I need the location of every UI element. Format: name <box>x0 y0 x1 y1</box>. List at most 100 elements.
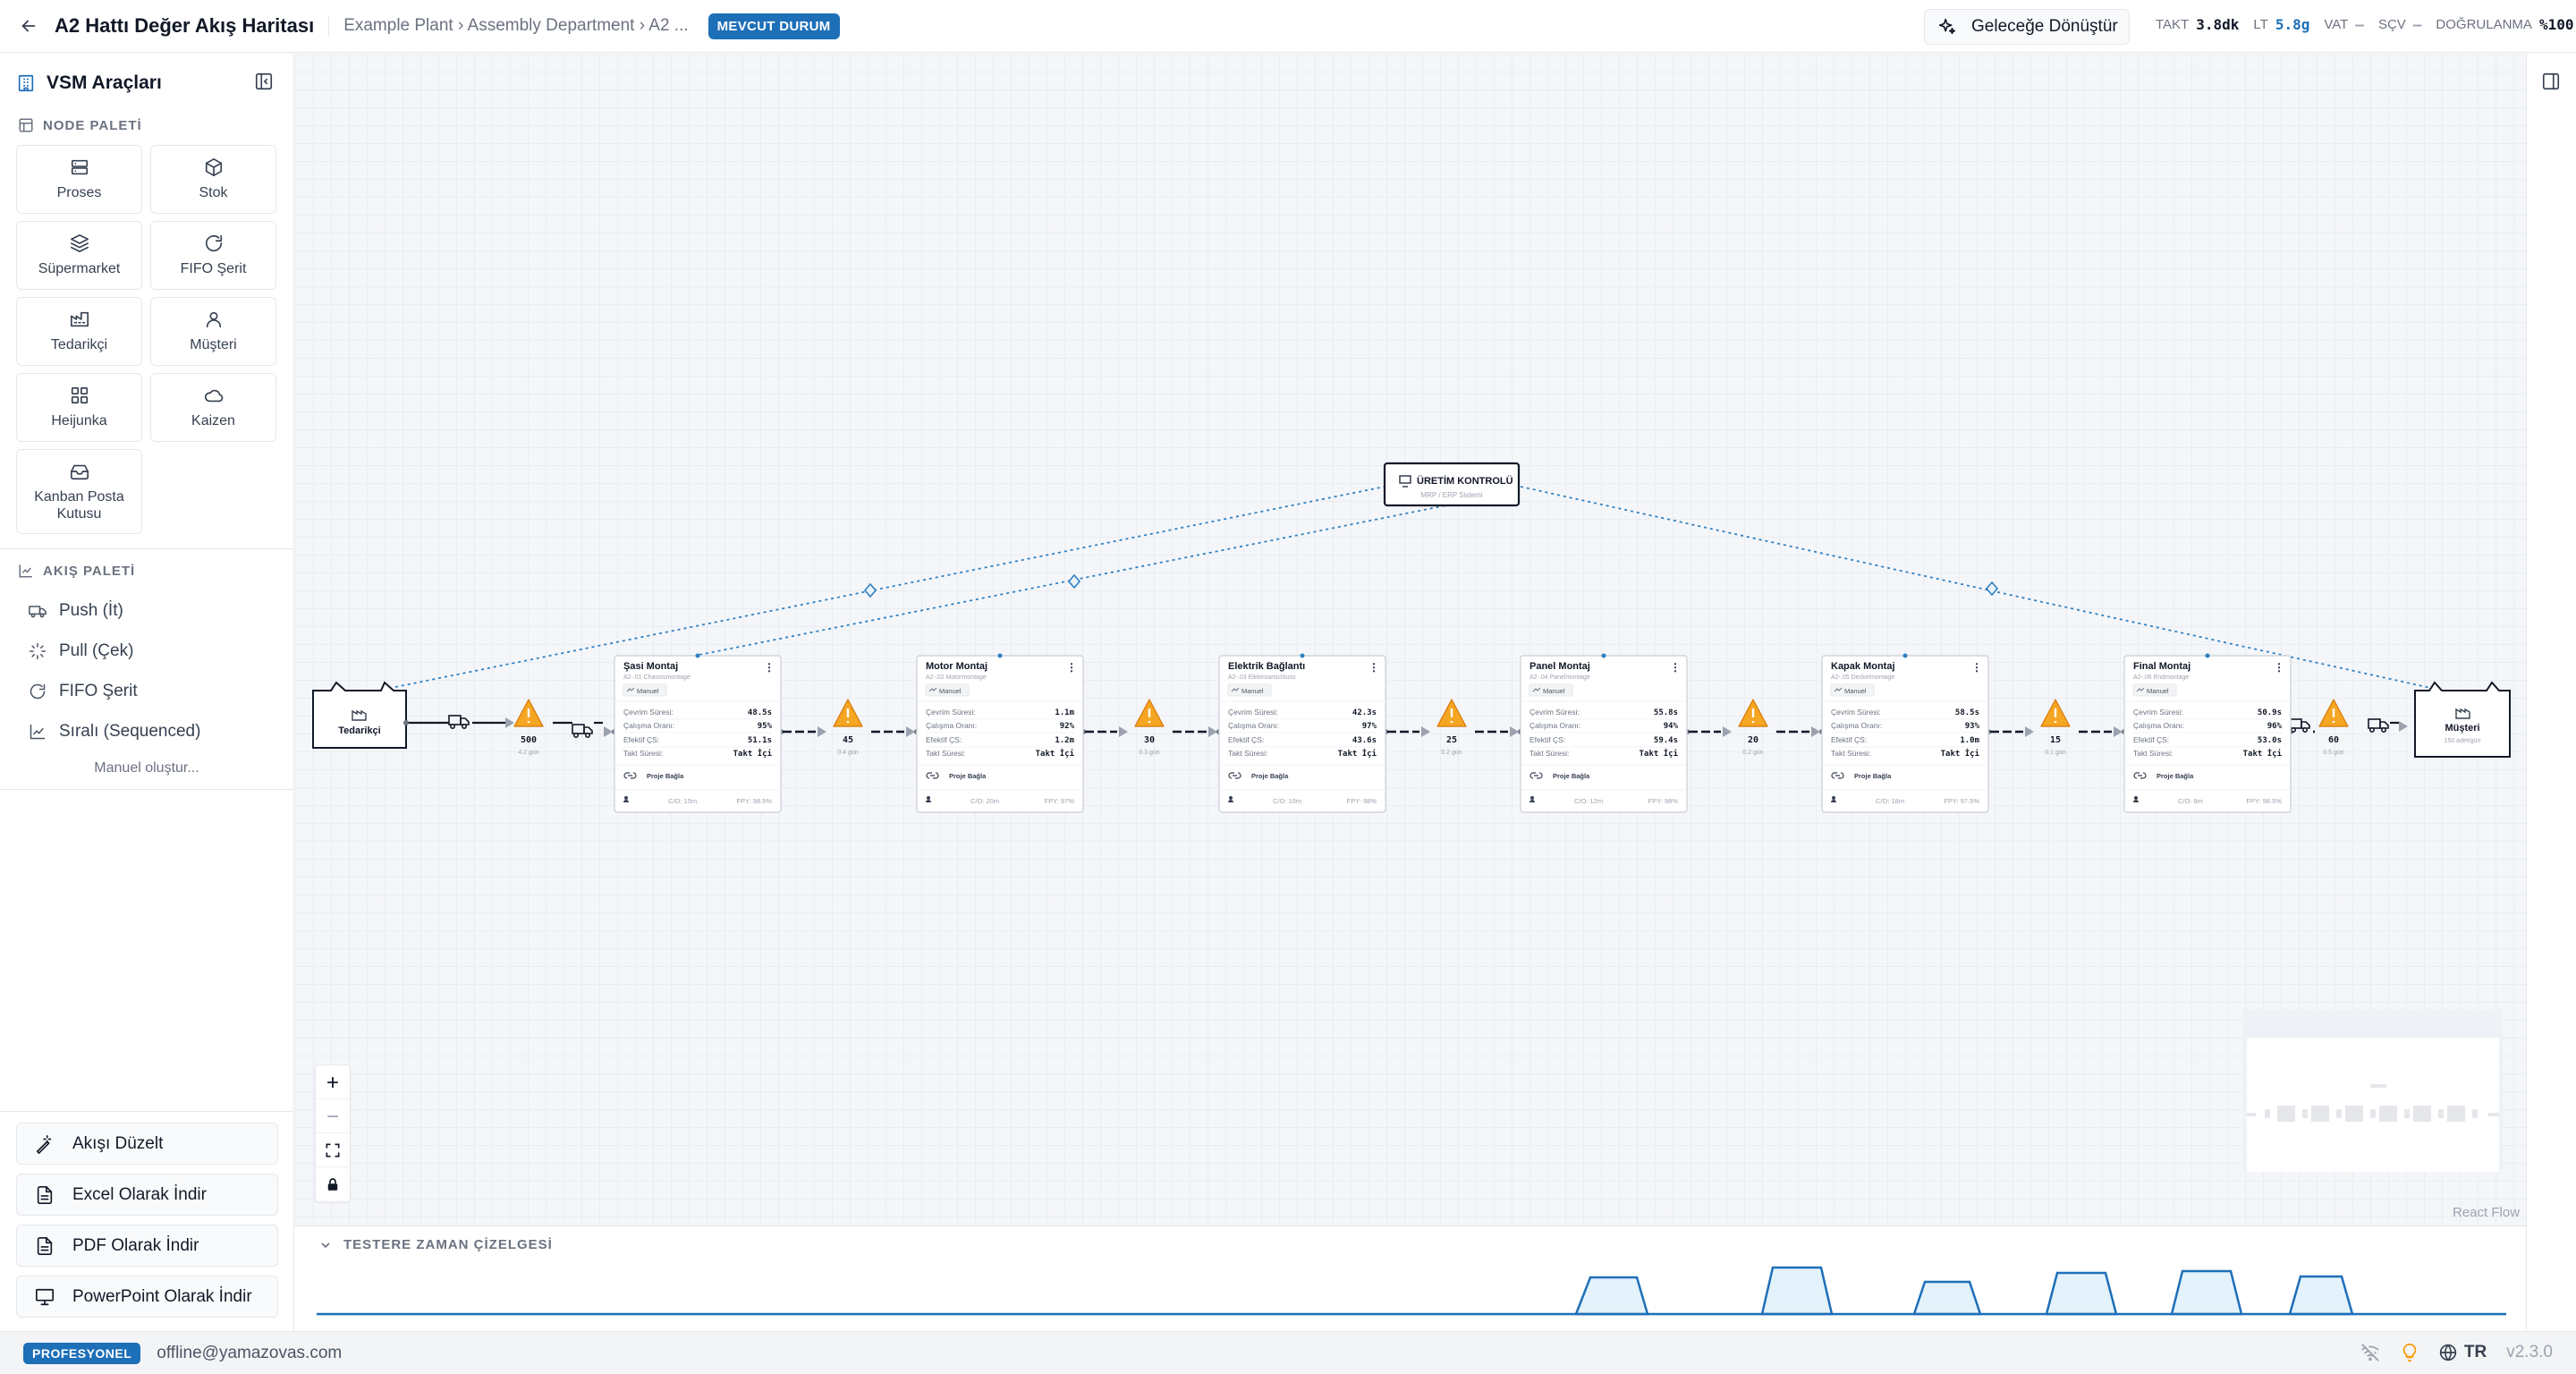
action-button[interactable]: Akışı Düzelt <box>16 1123 278 1165</box>
node-tile-kaizen[interactable]: Kaizen <box>150 373 276 442</box>
node-tile-m-teri[interactable]: Müşteri <box>150 297 276 366</box>
node-tile-kanban-posta-kutusu[interactable]: Kanban Posta Kutusu <box>16 449 142 534</box>
metric-label: Çevrim Süresi: <box>623 708 674 717</box>
minimap-viewport[interactable] <box>2247 1038 2499 1172</box>
action-button[interactable]: Excel Olarak İndir <box>16 1174 278 1216</box>
node-tile-proses[interactable]: Proses <box>16 145 142 214</box>
sidebar: VSM Araçları NODE PALETİ Proses Stok Süper… <box>0 54 294 1331</box>
production-control-node[interactable]: ÜRETİM KONTROLÜ MRP / ERP Sistemi <box>1383 462 1521 507</box>
inventory-days: 0.5 gün <box>2323 750 2343 756</box>
wifi-off-icon[interactable] <box>2360 1343 2380 1362</box>
metric-label: Çevrim Süresi: <box>926 708 976 717</box>
node-palette-heading: NODE PALETİ <box>0 113 293 138</box>
metrics-bar: TAKT 3.8dk LT 5.8g VAT — SÇV — DOĞRULANMA %100 <box>2156 16 2576 33</box>
process-name: Kapak Montaj <box>1831 661 1895 672</box>
collapse-sidebar-button[interactable] <box>254 72 274 96</box>
handle-dot[interactable] <box>2205 653 2210 658</box>
node-tile-label: Tedarikçi <box>50 337 108 352</box>
truck-wheel <box>572 732 579 738</box>
inventory-node[interactable]: 20 0.2 gün <box>1738 699 1768 756</box>
process-node[interactable]: Şasi Montaj A2-.01 Chassismontage Manuel Çe… <box>614 653 782 813</box>
process-code: A2-.05 Deckelmontage <box>1831 674 1894 681</box>
truck-body <box>448 715 462 725</box>
handle-dot[interactable] <box>1601 653 1606 658</box>
process-node[interactable]: Final Montaj A2-.06 Endmontage Manuel Çevri… <box>2123 653 2292 813</box>
arrow-head <box>505 717 514 728</box>
metric-label: SÇV <box>2377 17 2406 32</box>
minus-icon <box>327 1115 338 1117</box>
node-tile-label: Süpermarket <box>38 261 121 276</box>
metric-value: 51.1s <box>748 736 772 745</box>
node-tile-s-permarket[interactable]: Süpermarket <box>16 221 142 290</box>
process-node[interactable]: Elektrik Bağlantı A2-.03 Elektroanschluss… <box>1218 653 1386 813</box>
inventory-node[interactable]: 25 0.2 gün <box>1436 699 1467 756</box>
changeover: C/O: 15m <box>668 797 697 805</box>
manual-create-link[interactable]: Manuel oluştur... <box>0 751 293 785</box>
lock-button[interactable] <box>316 1167 350 1201</box>
handle-dot[interactable] <box>1902 653 1908 658</box>
action-button[interactable]: PDF Olarak İndir <box>16 1225 278 1267</box>
node-tile-fifo-erit[interactable]: FIFO Şerit <box>150 221 276 290</box>
flow-item[interactable]: FIFO Şerit <box>0 671 293 711</box>
action-button-label: Akışı Düzelt <box>72 1133 164 1153</box>
project-link: Proje Bağla <box>1553 772 1590 780</box>
handle-dot[interactable] <box>695 653 700 658</box>
inventory-node[interactable]: 30 0.3 gün <box>1134 699 1165 756</box>
inventory-qty: 45 <box>843 735 853 745</box>
handle-dot[interactable] <box>997 653 1003 658</box>
flow-item[interactable]: Sıralı (Sequenced) <box>0 711 293 751</box>
process-node[interactable]: Motor Montaj A2-.02 Motormontage Manuel Çev… <box>916 653 1084 813</box>
language-switcher[interactable]: TR <box>2439 1343 2487 1362</box>
toggle-right-panel-button[interactable] <box>2541 72 2561 96</box>
node-tile-heijunka[interactable]: Heijunka <box>16 373 142 442</box>
vsm-diagram[interactable]: ÜRETİM KONTROLÜ MRP / ERP Sistemi Tedarikç… <box>295 54 2526 1226</box>
supplier-node[interactable]: Tedarikçi <box>312 681 407 749</box>
action-button-label: PowerPoint Olarak İndir <box>72 1286 252 1306</box>
node-tile-stok[interactable]: Stok <box>150 145 276 214</box>
customer-node[interactable]: Müşteri 150 adet/gün <box>2414 681 2511 758</box>
metric-value: 59.4s <box>1654 736 1678 745</box>
flow-palette-heading: AKIŞ PALETİ <box>0 558 293 583</box>
inventory-node[interactable]: 45 0.4 gün <box>833 699 863 756</box>
lightbulb-icon[interactable] <box>2400 1343 2419 1362</box>
metric-value: 5.8g <box>2275 16 2310 33</box>
flow-item[interactable]: Pull (Çek) <box>0 631 293 671</box>
action-button[interactable]: PowerPoint Olarak İndir <box>16 1276 278 1318</box>
node-tile-tedarik-i[interactable]: Tedarikçi <box>16 297 142 366</box>
takt-status: Takt İçi <box>1941 749 1980 759</box>
flow-canvas[interactable]: ÜRETİM KONTROLÜ MRP / ERP Sistemi Tedarikç… <box>295 54 2526 1226</box>
action-button-label: Excel Olarak İndir <box>72 1184 207 1204</box>
process-name: Şasi Montaj <box>623 661 678 672</box>
metric-label: TAKT <box>2156 17 2190 32</box>
process-code: A2-.03 Elektroanschluss <box>1228 674 1296 681</box>
flow-item[interactable]: Push (İt) <box>0 590 293 631</box>
inventory-node[interactable]: 60 0.5 gün <box>2318 699 2349 756</box>
timeline-chart <box>317 1266 2506 1316</box>
inventory-node[interactable]: 500 4.2 gün <box>513 699 544 756</box>
inventory-qty: 15 <box>2050 735 2061 745</box>
handle-dot[interactable] <box>1300 653 1305 658</box>
metric-label: Çevrim Süresi: <box>2133 708 2183 717</box>
breadcrumb[interactable]: Example Plant › Assembly Department › A2… <box>343 16 688 36</box>
zoom-out-button[interactable] <box>316 1099 350 1133</box>
process-node[interactable]: Panel Montaj A2-.04 Panelmontage Manuel Çev… <box>1520 653 1688 813</box>
first-pass-yield: FPY: 98% <box>1648 797 1679 805</box>
status-bar: PROFESYONEL offline@yamazovas.com TR v2.… <box>0 1331 2576 1374</box>
process-node[interactable]: Kapak Montaj A2-.05 Deckelmontage Manuel Çe… <box>1821 653 1989 813</box>
node-tile-label: Stok <box>199 185 228 200</box>
handle-dot[interactable] <box>403 720 409 725</box>
convert-to-future-button[interactable]: Geleceğe Dönüştür <box>1924 9 2130 45</box>
react-flow-attribution[interactable]: React Flow <box>2453 1205 2520 1220</box>
back-button[interactable] <box>17 14 40 38</box>
truck-body <box>572 724 585 734</box>
zoom-in-button[interactable] <box>316 1065 350 1099</box>
mode-label: Manuel <box>2147 687 2169 695</box>
layout-icon <box>19 118 33 132</box>
inventory-node[interactable]: 15 0.1 gün <box>2040 699 2071 756</box>
metric-value: 97% <box>1362 722 1377 731</box>
project-link: Proje Bağla <box>2157 772 2194 780</box>
fit-view-button[interactable] <box>316 1133 350 1167</box>
mode-label: Manuel <box>1543 687 1565 695</box>
truck-body <box>2289 718 2302 729</box>
factory-icon <box>70 311 89 327</box>
